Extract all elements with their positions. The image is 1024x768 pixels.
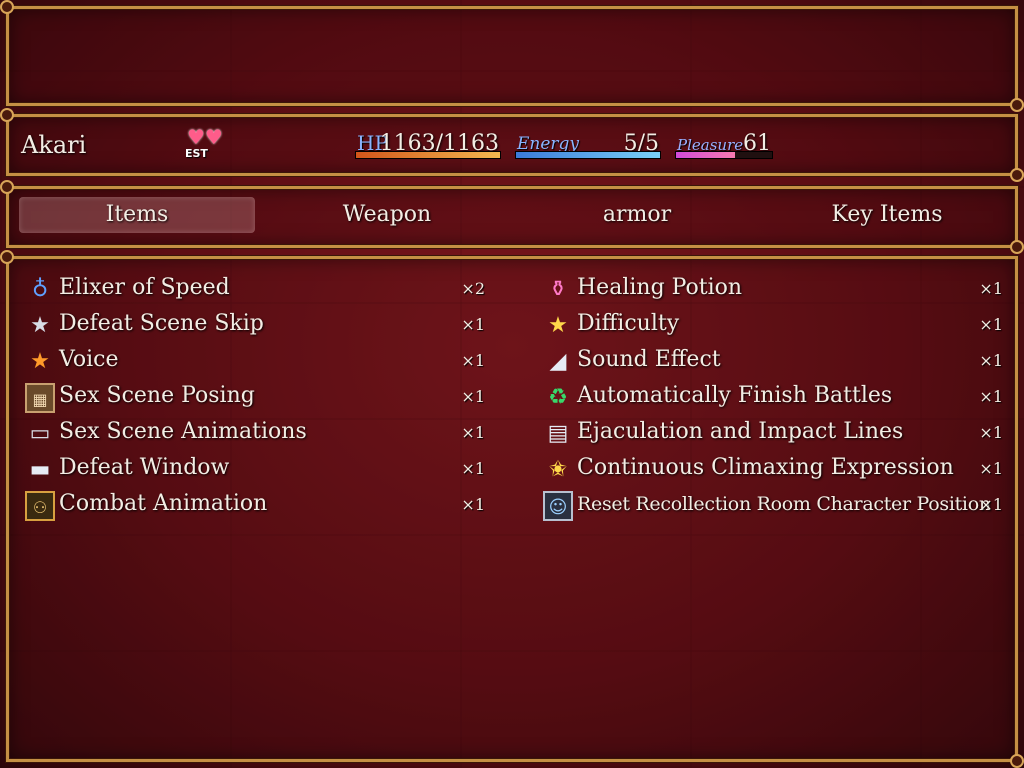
recycle-arrows-icon: ♻ — [548, 385, 568, 410]
laptop-icon: ▭ — [29, 421, 51, 446]
scroll-icon: ▤ — [547, 421, 569, 446]
feather-icon: ◢ — [549, 349, 567, 374]
item-quantity: ×1 — [979, 315, 1003, 334]
item-quantity: ×1 — [461, 387, 485, 406]
item-quantity: ×1 — [979, 423, 1003, 442]
item-name: Sex Scene Animations — [59, 419, 307, 444]
state-tag: EST — [185, 147, 208, 160]
pink-potion-icon: ⚱ — [548, 277, 568, 302]
item-quantity: ×1 — [979, 387, 1003, 406]
item-quantity: ×1 — [461, 315, 485, 334]
item-quantity: ×1 — [979, 351, 1003, 370]
list-item[interactable]: ▦ Sex Scene Posing ×1 — [19, 381, 485, 417]
item-quantity: ×1 — [461, 459, 485, 478]
hearts-est-icon: ♥♥ EST — [183, 125, 223, 165]
item-quantity: ×1 — [461, 423, 485, 442]
potion-bottle-icon: ♁ — [31, 277, 49, 302]
silver-star-icon: ★ — [30, 313, 50, 338]
character-portrait-icon: ☺ — [543, 491, 573, 521]
list-item[interactable]: ▬ Defeat Window ×1 — [19, 453, 485, 489]
item-list-window: ♁ Elixer of Speed ×2 ★ Defeat Scene Skip… — [0, 250, 1024, 768]
item-name: Automatically Finish Battles — [577, 383, 893, 408]
window-bar-icon: ▬ — [29, 457, 51, 482]
item-quantity: ×1 — [979, 279, 1003, 298]
item-name: Defeat Window — [59, 455, 230, 480]
energy-fill — [516, 152, 660, 158]
item-quantity: ×2 — [461, 279, 485, 298]
actor-status-window: Akari ♥♥ EST HP 1163/1163 Energy 5/5 Ple… — [0, 108, 1024, 182]
hearts-icon: ♥♥ — [187, 125, 223, 149]
people-icon: ⚇ — [25, 491, 55, 521]
tab-key-items[interactable]: Key Items — [769, 197, 1005, 233]
list-item[interactable]: ◢ Sound Effect ×1 — [537, 345, 1003, 381]
list-item[interactable]: ★ Difficulty ×1 — [537, 309, 1003, 345]
item-name: Reset Recollection Room Character Positi… — [577, 493, 991, 515]
list-item[interactable]: ★ Defeat Scene Skip ×1 — [19, 309, 485, 345]
item-name: Voice — [59, 347, 119, 372]
tab-armor[interactable]: armor — [519, 197, 755, 233]
picture-frame-icon: ▦ — [25, 383, 55, 413]
hp-fill — [356, 152, 500, 158]
item-quantity: ×1 — [461, 495, 485, 514]
list-item[interactable]: ♁ Elixer of Speed ×2 — [19, 273, 485, 309]
list-item[interactable]: ▤ Ejaculation and Impact Lines ×1 — [537, 417, 1003, 453]
pleasure-track — [675, 151, 773, 159]
list-item[interactable]: ▭ Sex Scene Animations ×1 — [19, 417, 485, 453]
gold-star-icon: ★ — [548, 313, 568, 338]
sparkle-star-icon: ✬ — [548, 457, 568, 482]
pleasure-fill — [676, 152, 735, 158]
item-name: Difficulty — [577, 311, 680, 336]
list-item[interactable]: ☺ Reset Recollection Room Character Posi… — [537, 489, 1003, 525]
item-name: Sex Scene Posing — [59, 383, 255, 408]
pleasure-gauge: Pleasure 61 — [675, 129, 773, 163]
tab-weapon[interactable]: Weapon — [269, 197, 505, 233]
item-quantity: ×1 — [461, 351, 485, 370]
list-item[interactable]: ⚇ Combat Animation ×1 — [19, 489, 485, 525]
energy-track — [515, 151, 661, 159]
item-name: Elixer of Speed — [59, 275, 230, 300]
list-item[interactable]: ★ Voice ×1 — [19, 345, 485, 381]
category-window: Items Weapon armor Key Items — [0, 180, 1024, 254]
item-name: Sound Effect — [577, 347, 721, 372]
hp-track — [355, 151, 501, 159]
actor-name: Akari — [21, 131, 87, 159]
list-item[interactable]: ♻ Automatically Finish Battles ×1 — [537, 381, 1003, 417]
hp-gauge: HP 1163/1163 — [355, 129, 501, 163]
orange-star-icon: ★ — [30, 349, 50, 374]
item-name: Ejaculation and Impact Lines — [577, 419, 904, 444]
item-quantity: ×1 — [979, 459, 1003, 478]
list-item[interactable]: ✬ Continuous Climaxing Expression ×1 — [537, 453, 1003, 489]
item-name: Continuous Climaxing Expression — [577, 455, 954, 480]
help-window — [0, 0, 1024, 112]
item-quantity: ×1 — [979, 495, 1003, 514]
item-name: Combat Animation — [59, 491, 268, 516]
item-name: Defeat Scene Skip — [59, 311, 264, 336]
item-name: Healing Potion — [577, 275, 743, 300]
energy-gauge: Energy 5/5 — [515, 129, 661, 163]
list-item[interactable]: ⚱ Healing Potion ×1 — [537, 273, 1003, 309]
tab-items[interactable]: Items — [19, 197, 255, 233]
